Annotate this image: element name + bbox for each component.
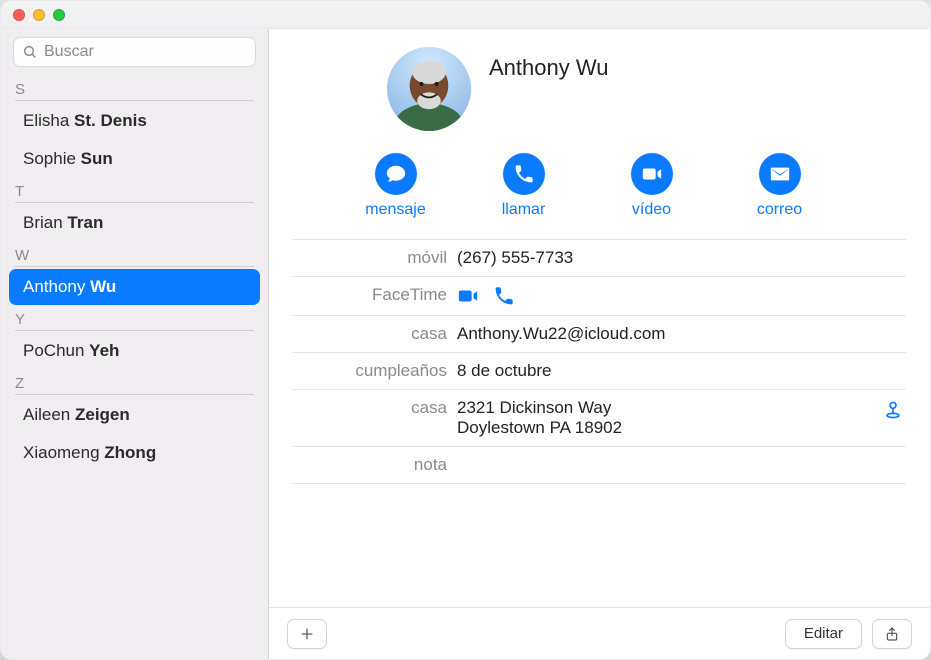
mail-icon (769, 163, 791, 185)
field-label: nota (293, 455, 457, 475)
facetime-options (457, 285, 906, 307)
contact-detail: Anthony Wu mensaje llamar vídeo (269, 29, 930, 659)
contact-last-name: St. Denis (74, 111, 147, 130)
contact-last-name: Tran (67, 213, 103, 232)
field-value: Anthony.Wu22@icloud.com (457, 324, 906, 344)
contact-first-name: Elisha (23, 111, 74, 130)
contact-last-name: Yeh (89, 341, 119, 360)
contact-first-name: Xiaomeng (23, 443, 104, 462)
close-button[interactable] (13, 9, 25, 21)
field-label: móvil (293, 248, 457, 268)
search-input[interactable] (44, 43, 247, 61)
minimize-button[interactable] (33, 9, 45, 21)
titlebar (1, 1, 930, 29)
phone-icon (513, 163, 535, 185)
field-note[interactable]: nota (293, 446, 906, 484)
zoom-button[interactable] (53, 9, 65, 21)
contact-first-name: Sophie (23, 149, 81, 168)
contact-last-name: Zhong (104, 443, 156, 462)
section-header: S (15, 81, 254, 101)
field-value: 2321 Dickinson Way Doylestown PA 18902 (457, 398, 906, 438)
video-button[interactable]: vídeo (617, 153, 687, 219)
field-birthday[interactable]: cumpleaños 8 de octubre (293, 352, 906, 389)
quick-actions: mensaje llamar vídeo correo (269, 153, 906, 219)
contact-first-name: Brian (23, 213, 67, 232)
facetime-video-icon[interactable] (457, 285, 479, 307)
contacts-list[interactable]: SElisha St. DenisSophie SunTBrian TranWA… (1, 75, 268, 659)
contact-name: Anthony Wu (489, 55, 608, 81)
video-icon (641, 163, 663, 185)
contact-first-name: Aileen (23, 405, 75, 424)
field-label: casa (293, 324, 457, 344)
field-home-address[interactable]: casa 2321 Dickinson Way Doylestown PA 18… (293, 389, 906, 446)
message-icon (385, 163, 407, 185)
section-header: T (15, 183, 254, 203)
share-button[interactable] (872, 619, 912, 649)
contact-first-name: PoChun (23, 341, 89, 360)
contact-first-name: Anthony (23, 277, 90, 296)
contacts-sidebar: SElisha St. DenisSophie SunTBrian TranWA… (1, 29, 269, 659)
field-value: (267) 555-7733 (457, 248, 906, 268)
contact-row[interactable]: Elisha St. Denis (9, 103, 260, 139)
video-label: vídeo (632, 201, 671, 219)
window-body: SElisha St. DenisSophie SunTBrian TranWA… (1, 29, 930, 659)
contact-last-name: Zeigen (75, 405, 130, 424)
field-mobile[interactable]: móvil (267) 555-7733 (293, 239, 906, 276)
contact-last-name: Sun (81, 149, 113, 168)
field-label: FaceTime (293, 285, 457, 305)
search-field[interactable] (13, 37, 256, 67)
section-header: W (15, 247, 254, 267)
contact-row[interactable]: Brian Tran (9, 205, 260, 241)
edit-button[interactable]: Editar (785, 619, 862, 649)
field-facetime[interactable]: FaceTime (293, 276, 906, 315)
contact-row[interactable]: Anthony Wu (9, 269, 260, 305)
section-header: Z (15, 375, 254, 395)
contacts-window: SElisha St. DenisSophie SunTBrian TranWA… (0, 0, 931, 660)
plus-icon (299, 626, 315, 642)
facetime-audio-icon[interactable] (493, 285, 515, 307)
search-icon (22, 44, 38, 60)
call-label: llamar (502, 201, 546, 219)
avatar[interactable] (387, 47, 471, 131)
field-value: 8 de octubre (457, 361, 906, 381)
mail-label: correo (757, 201, 802, 219)
field-label: cumpleaños (293, 361, 457, 381)
call-button[interactable]: llamar (489, 153, 559, 219)
contact-last-name: Wu (90, 277, 116, 296)
contact-row[interactable]: Aileen Zeigen (9, 397, 260, 433)
add-button[interactable] (287, 619, 327, 649)
message-label: mensaje (365, 201, 425, 219)
section-header: Y (15, 311, 254, 331)
mail-button[interactable]: correo (745, 153, 815, 219)
contact-row[interactable]: Sophie Sun (9, 141, 260, 177)
bottom-toolbar: Editar (269, 607, 930, 659)
field-label: casa (293, 398, 457, 418)
contact-row[interactable]: Xiaomeng Zhong (9, 435, 260, 471)
contact-header: Anthony Wu (387, 47, 906, 131)
contact-fields: móvil (267) 555-7733 FaceTime casa Antho… (293, 239, 906, 484)
field-home-email[interactable]: casa Anthony.Wu22@icloud.com (293, 315, 906, 352)
contact-row[interactable]: PoChun Yeh (9, 333, 260, 369)
map-pin-icon[interactable] (882, 398, 904, 425)
message-button[interactable]: mensaje (361, 153, 431, 219)
share-icon (884, 625, 900, 643)
